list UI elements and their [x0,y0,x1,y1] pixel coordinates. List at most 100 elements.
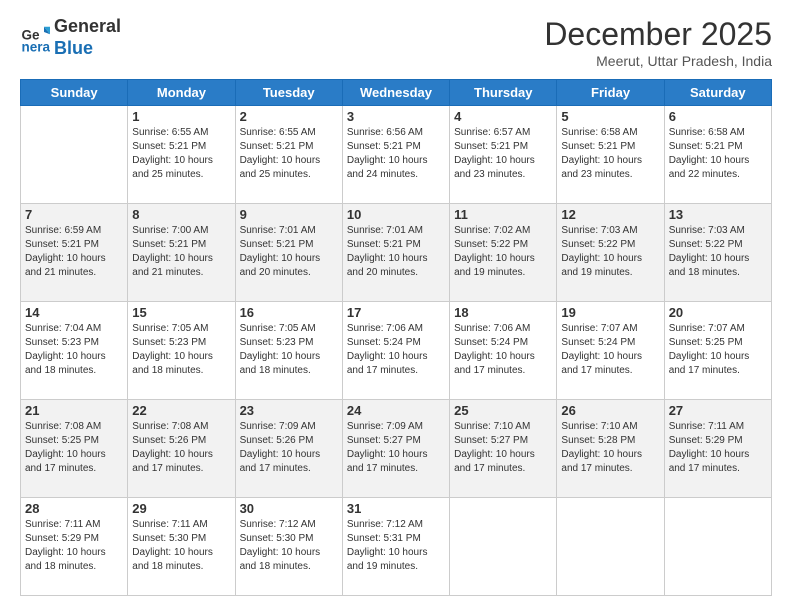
month-title: December 2025 [544,16,772,53]
week-row-2: 7 Sunrise: 6:59 AM Sunset: 5:21 PM Daylig… [21,204,772,302]
day-cell: 13 Sunrise: 7:03 AM Sunset: 5:22 PM Dayli… [664,204,771,302]
day-number: 12 [561,207,659,222]
page: Ge neral General Blue December 2025 Meer… [0,0,792,612]
day-number: 19 [561,305,659,320]
day-number: 16 [240,305,338,320]
day-info: Sunrise: 6:59 AM Sunset: 5:21 PM Dayligh… [25,224,123,280]
day-cell: 12 Sunrise: 7:03 AM Sunset: 5:22 PM Dayli… [557,204,664,302]
day-number: 7 [25,207,123,222]
day-number: 23 [240,403,338,418]
day-number: 1 [132,109,230,124]
day-info: Sunrise: 7:05 AM Sunset: 5:23 PM Dayligh… [240,322,338,378]
day-info: Sunrise: 7:06 AM Sunset: 5:24 PM Dayligh… [347,322,445,378]
day-info: Sunrise: 6:55 AM Sunset: 5:21 PM Dayligh… [132,126,230,182]
day-info: Sunrise: 6:55 AM Sunset: 5:21 PM Dayligh… [240,126,338,182]
day-number: 20 [669,305,767,320]
day-number: 22 [132,403,230,418]
day-info: Sunrise: 6:58 AM Sunset: 5:21 PM Dayligh… [669,126,767,182]
day-cell: 2 Sunrise: 6:55 AM Sunset: 5:21 PM Daylig… [235,106,342,204]
day-number: 14 [25,305,123,320]
day-cell: 14 Sunrise: 7:04 AM Sunset: 5:23 PM Dayli… [21,302,128,400]
day-number: 24 [347,403,445,418]
day-info: Sunrise: 7:11 AM Sunset: 5:30 PM Dayligh… [132,518,230,574]
day-cell: 3Sunrise: 6:56 AM Sunset: 5:21 PM Daylig… [342,106,449,204]
day-info: Sunrise: 7:07 AM Sunset: 5:24 PM Dayligh… [561,322,659,378]
day-info: Sunrise: 7:04 AM Sunset: 5:23 PM Dayligh… [25,322,123,378]
day-number: 6 [669,109,767,124]
day-number: 13 [669,207,767,222]
logo: Ge neral General Blue [20,16,121,59]
day-cell [450,498,557,596]
day-number: 8 [132,207,230,222]
header: Ge neral General Blue December 2025 Meer… [20,16,772,69]
day-info: Sunrise: 7:01 AM Sunset: 5:21 PM Dayligh… [347,224,445,280]
day-cell: 15 Sunrise: 7:05 AM Sunset: 5:23 PM Dayli… [128,302,235,400]
calendar-table: SundayMondayTuesdayWednesdayThursdayFrid… [20,79,772,596]
week-row-1: 1 Sunrise: 6:55 AM Sunset: 5:21 PM Daylig… [21,106,772,204]
day-number: 2 [240,109,338,124]
day-cell: 30Sunrise: 7:12 AM Sunset: 5:30 PM Dayli… [235,498,342,596]
day-cell: 10Sunrise: 7:01 AM Sunset: 5:21 PM Dayli… [342,204,449,302]
day-cell [21,106,128,204]
day-header-monday: Monday [128,80,235,106]
day-cell: 17 Sunrise: 7:06 AM Sunset: 5:24 PM Dayli… [342,302,449,400]
day-number: 26 [561,403,659,418]
day-info: Sunrise: 7:03 AM Sunset: 5:22 PM Dayligh… [561,224,659,280]
day-cell: 27 Sunrise: 7:11 AM Sunset: 5:29 PM Dayli… [664,400,771,498]
day-info: Sunrise: 7:09 AM Sunset: 5:26 PM Dayligh… [240,420,338,476]
day-number: 15 [132,305,230,320]
day-cell: 28 Sunrise: 7:11 AM Sunset: 5:29 PM Dayli… [21,498,128,596]
day-cell: 6 Sunrise: 6:58 AM Sunset: 5:21 PM Daylig… [664,106,771,204]
day-cell: 8 Sunrise: 7:00 AM Sunset: 5:21 PM Daylig… [128,204,235,302]
day-cell: 23 Sunrise: 7:09 AM Sunset: 5:26 PM Dayli… [235,400,342,498]
day-info: Sunrise: 7:12 AM Sunset: 5:31 PM Dayligh… [347,518,445,574]
day-number: 18 [454,305,552,320]
day-info: Sunrise: 7:03 AM Sunset: 5:22 PM Dayligh… [669,224,767,280]
day-info: Sunrise: 7:00 AM Sunset: 5:21 PM Dayligh… [132,224,230,280]
day-cell: 9 Sunrise: 7:01 AM Sunset: 5:21 PM Daylig… [235,204,342,302]
day-cell: 31 Sunrise: 7:12 AM Sunset: 5:31 PM Dayli… [342,498,449,596]
day-cell: 1 Sunrise: 6:55 AM Sunset: 5:21 PM Daylig… [128,106,235,204]
day-number: 31 [347,501,445,516]
day-info: Sunrise: 7:11 AM Sunset: 5:29 PM Dayligh… [669,420,767,476]
day-header-wednesday: Wednesday [342,80,449,106]
day-number: 25 [454,403,552,418]
day-cell: 26Sunrise: 7:10 AM Sunset: 5:28 PM Dayli… [557,400,664,498]
day-cell [664,498,771,596]
day-cell: 5 Sunrise: 6:58 AM Sunset: 5:21 PM Daylig… [557,106,664,204]
day-cell: 29Sunrise: 7:11 AM Sunset: 5:30 PM Dayli… [128,498,235,596]
day-header-thursday: Thursday [450,80,557,106]
day-number: 3 [347,109,445,124]
day-cell: 18 Sunrise: 7:06 AM Sunset: 5:24 PM Dayli… [450,302,557,400]
logo-name: General Blue [54,16,121,59]
day-header-sunday: Sunday [21,80,128,106]
location: Meerut, Uttar Pradesh, India [544,53,772,69]
week-row-4: 21Sunrise: 7:08 AM Sunset: 5:25 PM Dayli… [21,400,772,498]
day-number: 28 [25,501,123,516]
logo-icon: Ge neral [20,23,50,53]
day-number: 9 [240,207,338,222]
day-info: Sunrise: 7:01 AM Sunset: 5:21 PM Dayligh… [240,224,338,280]
day-cell [557,498,664,596]
day-info: Sunrise: 7:09 AM Sunset: 5:27 PM Dayligh… [347,420,445,476]
day-info: Sunrise: 6:57 AM Sunset: 5:21 PM Dayligh… [454,126,552,182]
day-info: Sunrise: 7:11 AM Sunset: 5:29 PM Dayligh… [25,518,123,574]
day-cell: 20Sunrise: 7:07 AM Sunset: 5:25 PM Dayli… [664,302,771,400]
day-cell: 4Sunrise: 6:57 AM Sunset: 5:21 PM Daylig… [450,106,557,204]
week-row-5: 28 Sunrise: 7:11 AM Sunset: 5:29 PM Dayli… [21,498,772,596]
day-info: Sunrise: 7:10 AM Sunset: 5:27 PM Dayligh… [454,420,552,476]
day-number: 17 [347,305,445,320]
day-number: 27 [669,403,767,418]
day-number: 5 [561,109,659,124]
day-info: Sunrise: 7:12 AM Sunset: 5:30 PM Dayligh… [240,518,338,574]
day-info: Sunrise: 7:06 AM Sunset: 5:24 PM Dayligh… [454,322,552,378]
day-info: Sunrise: 7:05 AM Sunset: 5:23 PM Dayligh… [132,322,230,378]
day-info: Sunrise: 6:58 AM Sunset: 5:21 PM Dayligh… [561,126,659,182]
day-header-saturday: Saturday [664,80,771,106]
day-number: 21 [25,403,123,418]
day-info: Sunrise: 7:08 AM Sunset: 5:26 PM Dayligh… [132,420,230,476]
day-header-tuesday: Tuesday [235,80,342,106]
day-number: 11 [454,207,552,222]
day-cell: 21Sunrise: 7:08 AM Sunset: 5:25 PM Dayli… [21,400,128,498]
day-cell: 7 Sunrise: 6:59 AM Sunset: 5:21 PM Daylig… [21,204,128,302]
